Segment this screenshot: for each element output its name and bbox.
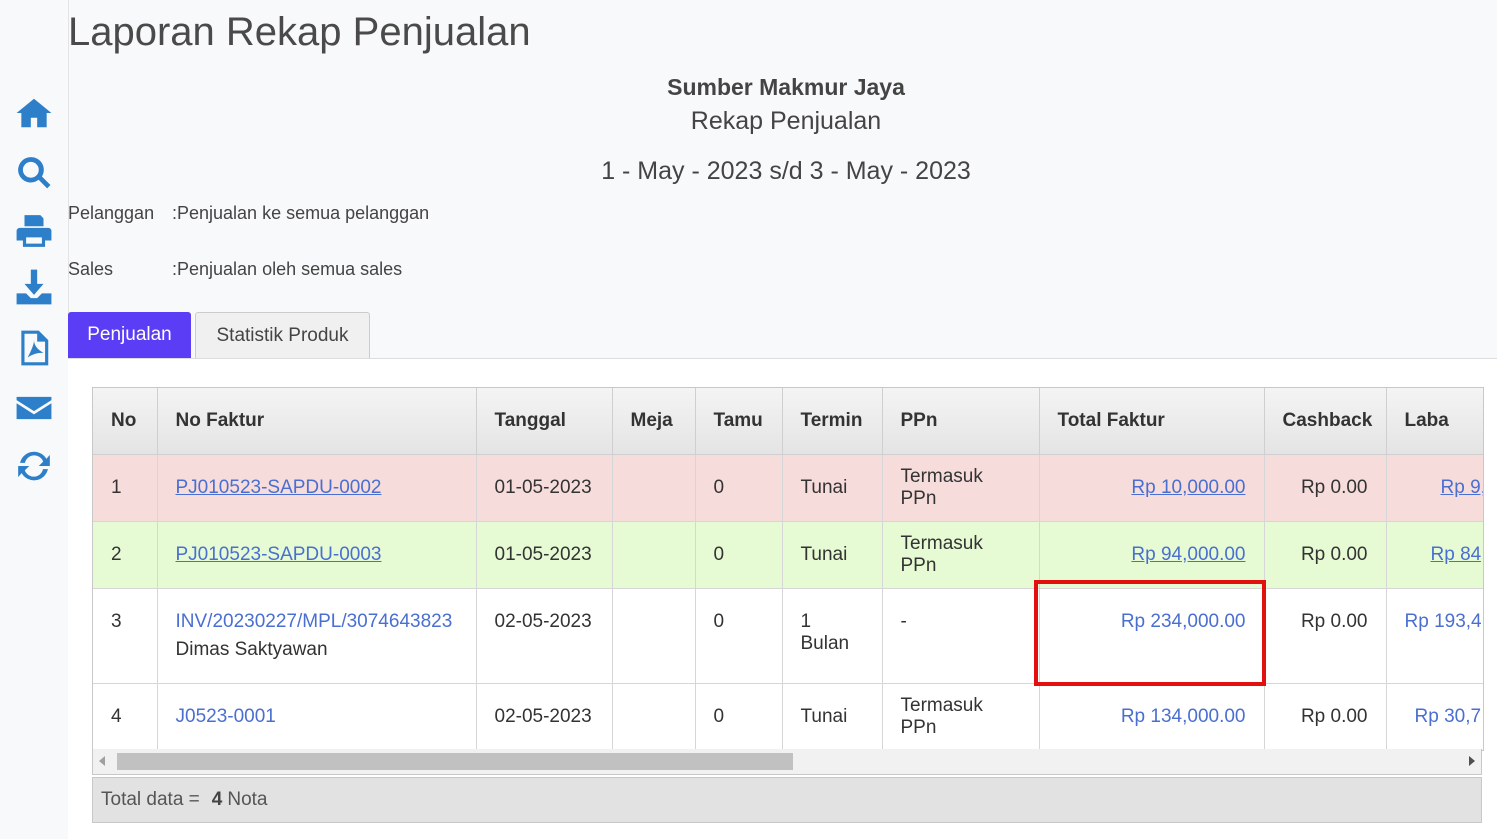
cell-termin: 1 Bulan [782,588,883,684]
company-name: Sumber Makmur Jaya [667,74,905,100]
col-header-no-faktur[interactable]: No Faktur [157,388,477,455]
scroll-right-icon[interactable] [1469,756,1475,766]
cell-total: Rp 94,000.00 [1039,521,1265,589]
print-icon[interactable] [14,211,54,251]
cell-meja [612,454,696,522]
col-header-meja[interactable]: Meja [612,388,696,455]
home-icon[interactable] [14,93,54,133]
col-header-total-faktur[interactable]: Total Faktur [1039,388,1265,455]
sidebar [0,0,69,838]
total-data-count: 4 [211,789,223,810]
email-icon[interactable] [14,388,54,428]
cell-cashback: Rp 0.00 [1264,588,1387,684]
table-row: 3 INV/20230227/MPL/3074643823 Dimas Sakt… [93,588,1483,684]
horizontal-scrollbar[interactable] [92,749,1482,775]
sales-label: Sales [68,259,114,279]
pdf-icon[interactable] [14,328,54,368]
sales-value: :Penjualan oleh semua sales [172,259,403,279]
laba-link[interactable]: Rp 84, [1431,544,1484,565]
cell-no: 2 [93,521,158,589]
laba-link[interactable]: Rp 9, [1441,477,1484,498]
cell-tanggal: 02-05-2023 [476,588,613,684]
cell-tamu: 0 [695,683,783,750]
total-data-label: Total data = [101,789,200,810]
col-header-tanggal[interactable]: Tanggal [476,388,613,455]
laba-link[interactable]: Rp 30,7 [1415,706,1482,727]
table-row: 4 J0523-0001 02-05-2023 0 Tunai Termasuk… [93,683,1483,750]
cell-cashback: Rp 0.00 [1264,521,1387,589]
col-header-laba[interactable]: Laba [1386,388,1483,455]
cell-no: 1 [93,454,158,522]
cell-meja [612,588,696,684]
col-header-tamu[interactable]: Tamu [695,388,783,455]
table-footer: Total data = 4 Nota [92,777,1482,823]
table-container: No No Faktur Tanggal Meja Tamu Termin PP… [92,387,1484,751]
cell-tamu: 0 [695,454,783,522]
cell-no: 4 [93,683,158,750]
cell-meja [612,521,696,589]
col-header-termin[interactable]: Termin [782,388,883,455]
tab-panel: No No Faktur Tanggal Meja Tamu Termin PP… [68,358,1497,839]
faktur-link[interactable]: INV/20230227/MPL/3074643823 [176,611,458,633]
page-title: Laporan Rekap Penjualan [68,10,531,54]
cell-termin: Tunai [782,521,883,589]
refresh-icon[interactable] [14,446,54,486]
scroll-left-icon[interactable] [99,756,105,766]
cell-total: Rp 234,000.00 [1039,588,1265,684]
cell-meja [612,683,696,750]
cell-tanggal: 01-05-2023 [476,521,613,589]
total-link[interactable]: Rp 134,000.00 [1121,706,1246,727]
table-header-row: No No Faktur Tanggal Meja Tamu Termin PP… [93,388,1483,455]
col-header-no[interactable]: No [93,388,158,455]
cell-tanggal: 02-05-2023 [476,683,613,750]
search-icon[interactable] [14,153,54,193]
cell-faktur: PJ010523-SAPDU-0002 [157,454,477,522]
table-row: 2 PJ010523-SAPDU-0003 01-05-2023 0 Tunai… [93,521,1484,589]
cell-laba: Rp 30,7 [1386,683,1483,750]
faktur-link[interactable]: J0523-0001 [176,706,276,727]
col-header-cashback[interactable]: Cashback [1264,388,1387,455]
cell-cashback: Rp 0.00 [1264,454,1387,522]
tab-statistik-produk[interactable]: Statistik Produk [195,312,370,358]
cell-ppn: Termasuk PPn [882,683,1040,750]
faktur-link[interactable]: PJ010523-SAPDU-0003 [176,544,382,565]
pelanggan-value: :Penjualan ke semua pelanggan [172,203,430,223]
cell-tamu: 0 [695,521,783,589]
cell-termin: Tunai [782,683,883,750]
cell-total: Rp 10,000.00 [1039,454,1265,522]
cell-laba: Rp 193,4 [1386,588,1483,684]
download-icon[interactable] [14,267,54,307]
pelanggan-label: Pelanggan [68,203,155,223]
tab-penjualan[interactable]: Penjualan [68,312,191,358]
cell-tanggal: 01-05-2023 [476,454,613,522]
table-row: 1 PJ010523-SAPDU-0002 01-05-2023 0 Tunai… [93,454,1484,522]
cell-laba: Rp 84, [1386,521,1484,589]
cell-termin: Tunai [782,454,883,522]
scrollbar-thumb[interactable] [117,753,793,770]
cell-ppn: Termasuk PPn [882,454,1040,522]
cell-total: Rp 134,000.00 [1039,683,1265,750]
col-header-ppn[interactable]: PPn [882,388,1040,455]
cell-faktur: PJ010523-SAPDU-0003 [157,521,477,589]
total-data-unit: Nota [227,789,268,810]
cell-faktur: INV/20230227/MPL/3074643823 Dimas Saktya… [157,588,477,684]
faktur-link[interactable]: PJ010523-SAPDU-0002 [176,477,382,498]
laba-link[interactable]: Rp 193,4 [1405,611,1482,632]
customer-name: Dimas Saktyawan [175,639,328,660]
report-period: 1 - May - 2023 s/d 3 - May - 2023 [601,157,971,185]
total-link[interactable]: Rp 10,000.00 [1131,477,1245,498]
sales-table: No No Faktur Tanggal Meja Tamu Termin PP… [93,388,1484,750]
total-link[interactable]: Rp 94,000.00 [1131,544,1245,565]
cell-faktur: J0523-0001 [157,683,477,750]
total-link[interactable]: Rp 234,000.00 [1121,611,1246,632]
cell-tamu: 0 [695,588,783,684]
report-subtitle: Rekap Penjualan [690,107,882,135]
cell-cashback: Rp 0.00 [1264,683,1387,750]
cell-ppn: Termasuk PPn [882,521,1040,589]
cell-laba: Rp 9, [1386,454,1484,522]
cell-ppn: - [882,588,1040,684]
cell-no: 3 [93,588,158,684]
